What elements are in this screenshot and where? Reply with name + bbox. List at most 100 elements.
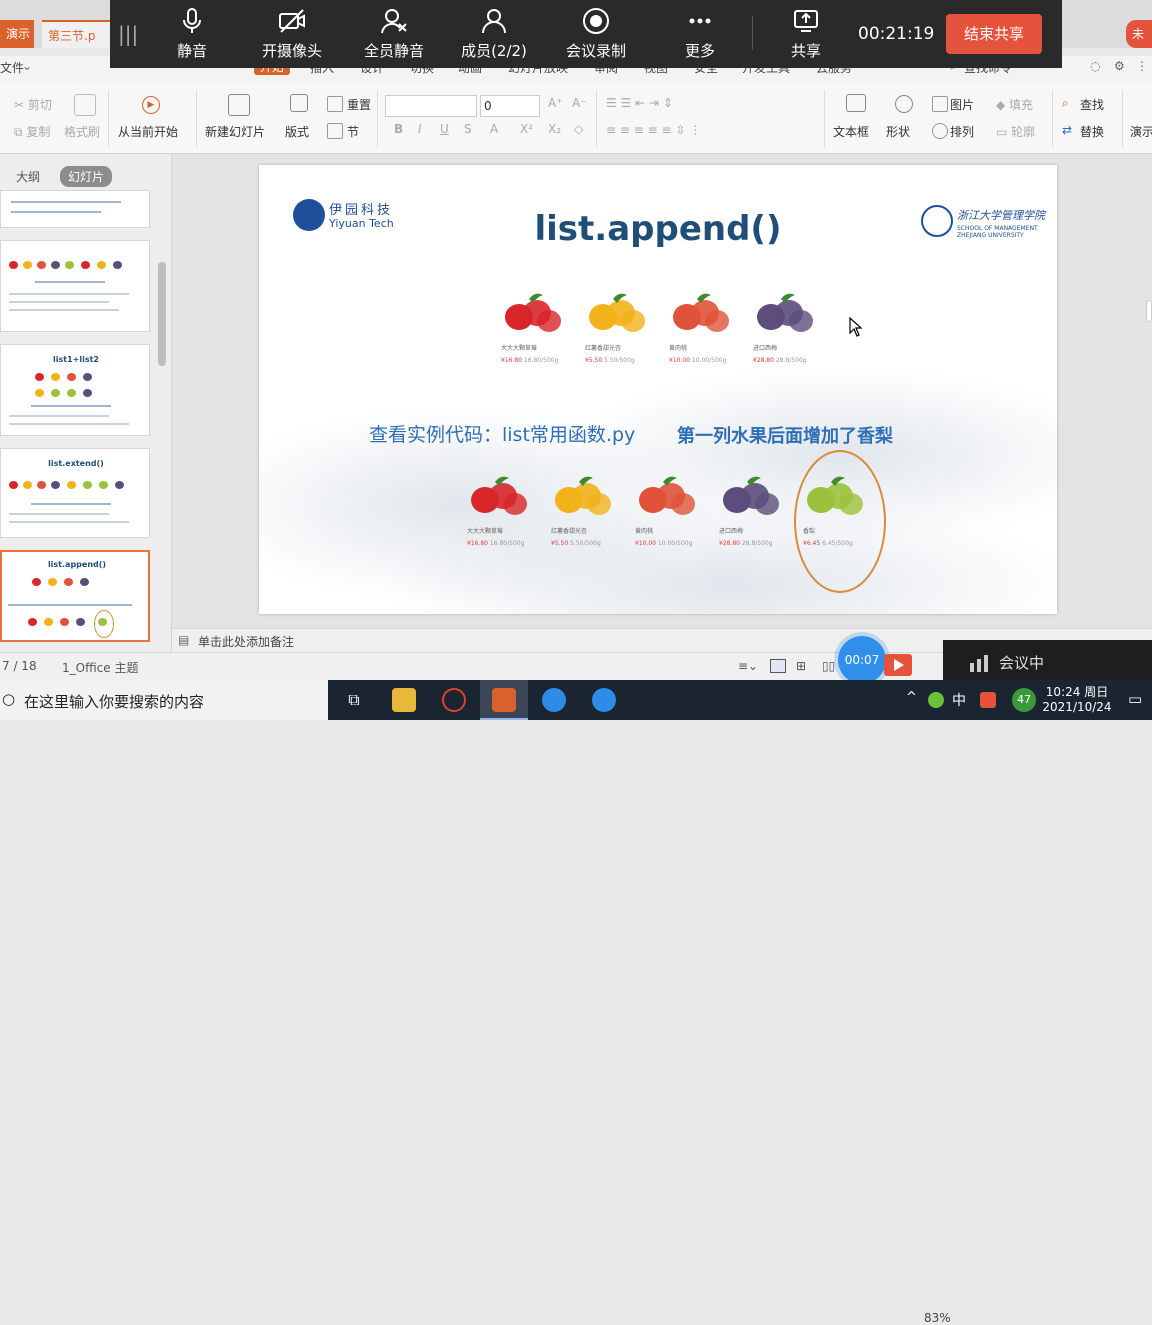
fruit-price: ¥16.80 16.80/500g bbox=[467, 540, 524, 547]
play-slideshow-button[interactable] bbox=[884, 654, 912, 676]
divider bbox=[377, 90, 378, 148]
end-share-button[interactable]: 结束共享 bbox=[946, 14, 1042, 54]
clear-format-icon[interactable]: ◇ bbox=[574, 122, 583, 136]
section-icon bbox=[327, 123, 343, 139]
textbox-button[interactable]: 文本框 bbox=[833, 123, 869, 140]
paste-icon bbox=[74, 94, 96, 116]
italic-icon[interactable]: I bbox=[418, 122, 422, 136]
grow-font-icon[interactable]: A⁺ bbox=[548, 96, 563, 110]
chat-icon[interactable]: ◌ bbox=[1090, 59, 1100, 73]
font-family-select[interactable] bbox=[385, 95, 477, 117]
thumb-fruit bbox=[67, 373, 76, 381]
app-icon[interactable] bbox=[442, 688, 466, 712]
messenger-icon[interactable] bbox=[542, 688, 566, 712]
find-button[interactable]: 查找 bbox=[1080, 96, 1104, 113]
reading-view-icon[interactable]: ▯▯ bbox=[822, 659, 835, 673]
task-view-icon[interactable]: ⧉ bbox=[342, 688, 366, 712]
chevron-down-icon[interactable]: ⌄ bbox=[22, 59, 32, 73]
replace-button[interactable]: 替换 bbox=[1080, 123, 1104, 140]
font-color-icon[interactable]: A bbox=[490, 122, 498, 136]
outline-button[interactable]: ▭ 轮廓 bbox=[996, 123, 1035, 140]
notification-icon[interactable]: ▭ bbox=[1128, 690, 1142, 708]
share-icon bbox=[794, 10, 818, 32]
mute-button[interactable]: 静音 bbox=[162, 0, 222, 68]
divider bbox=[108, 90, 109, 148]
divider bbox=[596, 90, 597, 148]
tray-app-icon[interactable] bbox=[928, 692, 944, 708]
shape-button[interactable]: 形状 bbox=[886, 123, 910, 140]
reset-button[interactable]: 重置 bbox=[347, 96, 371, 113]
format-painter-button[interactable]: 格式刷 bbox=[64, 123, 100, 140]
normal-view-icon[interactable] bbox=[770, 659, 786, 673]
zoom-level[interactable]: 83% bbox=[924, 1311, 951, 1325]
subscript-icon[interactable]: X₂ bbox=[548, 122, 561, 136]
tray-badge[interactable]: 47 bbox=[1012, 688, 1036, 712]
record-button[interactable]: 会议录制 bbox=[556, 0, 636, 68]
fill-button[interactable]: ◆ 填充 bbox=[996, 96, 1033, 113]
notes-placeholder[interactable]: 单击此处添加备注 bbox=[198, 633, 294, 650]
thumb-line bbox=[9, 415, 109, 417]
thumb-fruit bbox=[67, 389, 76, 397]
fruit-price-value: ¥10.00 bbox=[669, 357, 690, 364]
new-slide-button[interactable]: 新建幻灯片 bbox=[205, 123, 265, 140]
bold-icon[interactable]: B bbox=[394, 122, 403, 136]
scrollbar[interactable] bbox=[158, 262, 166, 366]
superscript-icon[interactable]: X² bbox=[520, 122, 533, 136]
slide-thumbnail[interactable] bbox=[0, 240, 150, 332]
sorter-view-icon[interactable]: ⊞ bbox=[796, 659, 806, 673]
shrink-font-icon[interactable]: A⁻ bbox=[572, 96, 587, 110]
arrange-button[interactable]: 排列 bbox=[950, 123, 974, 140]
login-badge[interactable]: 未 bbox=[1126, 20, 1152, 48]
section-button[interactable]: 节 bbox=[347, 123, 359, 140]
notes-toggle-icon[interactable]: ≡⌄ bbox=[738, 659, 758, 673]
gear-icon[interactable]: ⚙ bbox=[1114, 59, 1125, 73]
divider bbox=[196, 90, 197, 148]
thumb-fruit bbox=[83, 481, 92, 489]
file-explorer-icon[interactable] bbox=[392, 688, 416, 712]
taskbar-search-box[interactable]: ○ 在这里输入你要搜索的内容 bbox=[0, 680, 328, 720]
slide-thumbnail[interactable]: list1+list2 bbox=[0, 344, 150, 436]
clock-time[interactable]: 10:24 周日 bbox=[1042, 683, 1112, 700]
more-button[interactable]: 更多 bbox=[670, 0, 730, 68]
collapse-handle[interactable] bbox=[1146, 300, 1152, 322]
slide-thumbnail[interactable] bbox=[0, 190, 150, 228]
tab-outline[interactable]: 大纲 bbox=[16, 168, 40, 185]
tab-document[interactable]: 第三节.p bbox=[42, 20, 112, 48]
layout-button[interactable]: 版式 bbox=[285, 123, 309, 140]
strike-icon[interactable]: S bbox=[464, 122, 472, 136]
theme-name: 1_Office 主题 bbox=[62, 661, 139, 675]
slide[interactable]: 伊园科技 Yiyuan Tech list.append() 浙江大学管理学院 … bbox=[259, 165, 1057, 614]
meeting-timer: 00:21:19 bbox=[858, 24, 935, 44]
more-icon[interactable]: ⋮ bbox=[1136, 59, 1148, 73]
underline-icon[interactable]: U bbox=[440, 122, 449, 136]
picture-button[interactable]: 图片 bbox=[950, 96, 974, 113]
tab-slides[interactable]: 幻灯片 bbox=[60, 166, 113, 187]
camera-button[interactable]: 开摄像头 bbox=[252, 0, 332, 68]
bullets-icon[interactable]: ☰ ☰ ⇤ ⇥ ⇕ bbox=[606, 96, 673, 110]
fruit-price: ¥16.80 16.80/500g bbox=[501, 357, 558, 364]
meeting-app-icon[interactable] bbox=[592, 688, 616, 712]
mute-all-button[interactable]: 全员静音 bbox=[354, 0, 434, 68]
align-icons[interactable]: ≡ ≡ ≡ ≡ ≡ ⇳ ⋮ bbox=[606, 123, 701, 137]
share-button[interactable]: 共享 bbox=[776, 0, 836, 68]
demo-button[interactable]: 演示 bbox=[1130, 123, 1152, 140]
fruit-price: ¥28.80 28.8/500g bbox=[719, 540, 773, 547]
font-size-select[interactable]: 0 bbox=[480, 95, 540, 117]
slide-thumbnail-active[interactable]: list.append() bbox=[0, 550, 150, 642]
copy-button[interactable]: ⧉ 复制 bbox=[14, 123, 50, 140]
tab-presentation[interactable]: 演示 bbox=[0, 20, 34, 48]
clock-date[interactable]: 2021/10/24 bbox=[1042, 700, 1112, 714]
recording-timer[interactable]: 00:07 bbox=[838, 636, 886, 684]
copy-label: 复制 bbox=[26, 125, 51, 139]
cut-button[interactable]: ✂ 剪切 bbox=[14, 96, 52, 113]
fruit-unit-price: 16.80/500g bbox=[523, 357, 559, 364]
members-button[interactable]: 成员(2/2) bbox=[454, 0, 534, 68]
meeting-status-panel[interactable]: 会议中 bbox=[943, 640, 1152, 684]
play-from-current-button[interactable]: 从当前开始 bbox=[118, 123, 178, 140]
slide-thumbnail[interactable]: list.extend() bbox=[0, 448, 150, 538]
input-method[interactable]: 中 bbox=[952, 690, 966, 710]
chevron-up-icon[interactable]: ^ bbox=[906, 690, 917, 705]
menu-file[interactable]: 文件 bbox=[0, 59, 24, 76]
tray-wps-icon[interactable] bbox=[980, 692, 996, 708]
drag-handle[interactable]: ||| bbox=[118, 22, 138, 46]
